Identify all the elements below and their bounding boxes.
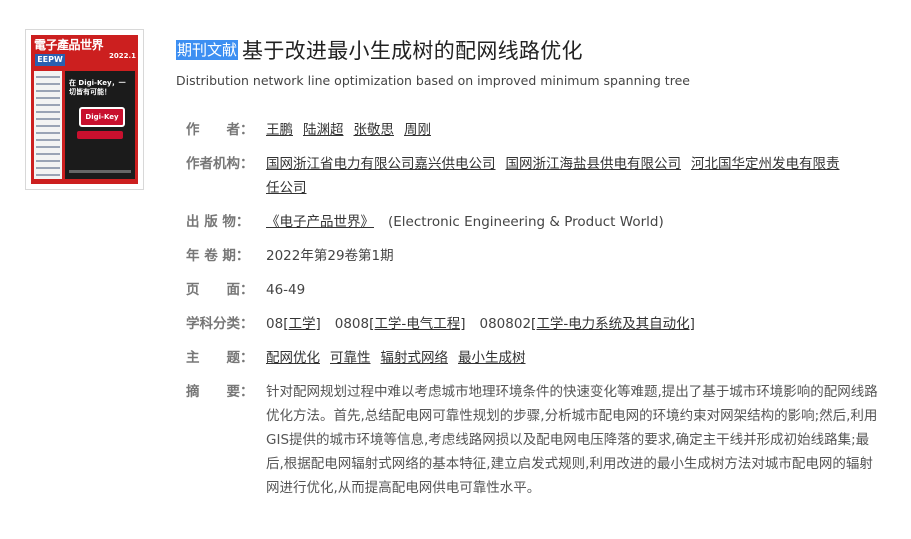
- subject-code: 08: [266, 316, 284, 332]
- cover-ad-banner: [77, 131, 123, 139]
- organizations-label: 作者机构：: [186, 156, 254, 172]
- cover-contents-column: [34, 71, 62, 179]
- cover-image: 電子產品世界 2022.1 EEPW 在 Digi-Key，一切皆有可能！ Di…: [31, 35, 138, 184]
- publication-english-name: (Electronic Engineering & Product World): [388, 214, 664, 230]
- organization-link[interactable]: 河北国华定州发电有限责: [691, 156, 840, 172]
- publication-value: 《电子产品世界》 (Electronic Engineering & Produc…: [266, 210, 664, 234]
- subject-link[interactable]: [工学-电力系统及其自动化]: [531, 316, 695, 332]
- article-title: 基于改进最小生成树的配网线路优化: [242, 39, 583, 63]
- subject-code: 0808: [334, 316, 370, 332]
- doc-type-tag: 期刊文献: [176, 40, 239, 60]
- abstract-row: 摘 要： 针对配网规划过程中难以考虑城市地理环境条件的快速变化等难题,提出了基于…: [186, 380, 878, 500]
- cover-headline: 在 Digi-Key，一切皆有可能！: [69, 79, 126, 96]
- authors-row: 作 者： 王鹏 陆渊超 张敬思 周刚: [186, 118, 441, 142]
- abstract-text: 针对配网规划过程中难以考虑城市地理环境条件的快速变化等难题,提出了基于城市环境影…: [266, 384, 878, 496]
- keyword-link[interactable]: 配网优化: [266, 350, 320, 366]
- authors-label: 作 者：: [186, 122, 254, 138]
- article-title-row: 期刊文献 基于改进最小生成树的配网线路优化: [176, 36, 583, 64]
- subjects-row: 学科分类： 08[工学] 0808[工学-电气工程] 080802[工学-电力系统及…: [186, 312, 705, 336]
- publication-row: 出 版 物： 《电子产品世界》 (Electronic Engineering &…: [186, 210, 664, 234]
- subjects-label: 学科分类：: [186, 316, 254, 332]
- pages-value: 46-49: [266, 282, 306, 298]
- publication-label: 出 版 物：: [186, 214, 250, 230]
- author-link[interactable]: 张敬思: [354, 122, 395, 138]
- keywords-row: 主 题： 配网优化 可靠性 辐射式网络 最小生成树: [186, 346, 536, 370]
- cover-logo: Digi-Key: [79, 107, 125, 127]
- cover-brand: EEPW: [35, 54, 65, 66]
- publication-link[interactable]: 《电子产品世界》: [266, 214, 374, 230]
- subject-link[interactable]: [工学]: [283, 316, 321, 332]
- author-link[interactable]: 陆渊超: [303, 122, 344, 138]
- issue-row: 年 卷 期： 2022年第29卷第1期: [186, 244, 394, 268]
- journal-cover-thumbnail[interactable]: 電子產品世界 2022.1 EEPW 在 Digi-Key，一切皆有可能！ Di…: [25, 29, 144, 190]
- pages-label: 页 面：: [186, 282, 254, 298]
- cover-issue: 2022.1: [108, 52, 136, 60]
- authors-list: 王鹏 陆渊超 张敬思 周刚: [266, 118, 441, 142]
- keyword-link[interactable]: 可靠性: [330, 350, 371, 366]
- issue-label: 年 卷 期：: [186, 248, 250, 264]
- subject-code: 080802: [479, 316, 532, 332]
- subject-link[interactable]: [工学-电气工程]: [369, 316, 465, 332]
- organization-link[interactable]: 国网浙江省电力有限公司嘉兴供电公司: [266, 156, 496, 172]
- article-english-title: Distribution network line optimization b…: [176, 73, 690, 88]
- cover-footer-line: [69, 170, 131, 173]
- abstract-label: 摘 要：: [186, 384, 254, 400]
- keywords-label: 主 题：: [186, 350, 254, 366]
- organization-link-continued[interactable]: 任公司: [266, 180, 307, 196]
- cover-ad-panel: 在 Digi-Key，一切皆有可能！ Digi-Key: [65, 71, 135, 179]
- cover-masthead: 電子產品世界: [34, 38, 104, 52]
- author-link[interactable]: 王鹏: [266, 122, 293, 138]
- organizations-list: 国网浙江省电力有限公司嘉兴供电公司 国网浙江海盐县供电有限公司 河北国华定州发电有限…: [266, 152, 876, 200]
- issue-value: 2022年第29卷第1期: [266, 248, 394, 264]
- organizations-row: 作者机构： 国网浙江省电力有限公司嘉兴供电公司 国网浙江海盐县供电有限公司 河北国华…: [186, 152, 876, 200]
- keyword-link[interactable]: 最小生成树: [458, 350, 526, 366]
- keywords-list: 配网优化 可靠性 辐射式网络 最小生成树: [266, 346, 536, 370]
- author-link[interactable]: 周刚: [404, 122, 431, 138]
- subjects-list: 08[工学] 0808[工学-电气工程] 080802[工学-电力系统及其自动化]: [266, 312, 705, 336]
- keyword-link[interactable]: 辐射式网络: [381, 350, 449, 366]
- organization-link[interactable]: 国网浙江海盐县供电有限公司: [506, 156, 682, 172]
- pages-row: 页 面： 46-49: [186, 278, 305, 302]
